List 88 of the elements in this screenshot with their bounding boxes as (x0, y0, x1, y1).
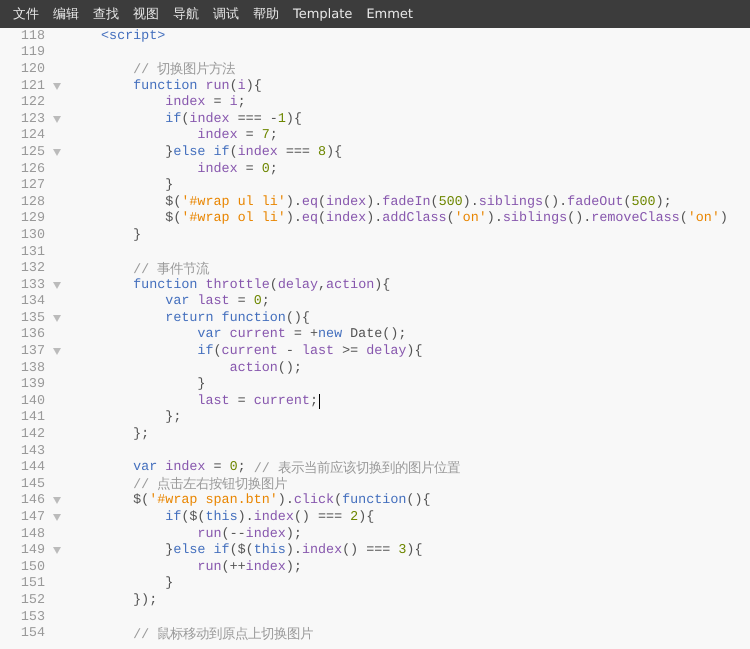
line-number: 132 (20, 261, 45, 276)
line-number: 123 (20, 112, 45, 127)
line-number: 121 (20, 78, 45, 94)
line-number: 144 (20, 460, 45, 476)
menu-item[interactable]: 查找 (86, 5, 126, 23)
line-number: 140 (20, 394, 45, 409)
code-line: // 切换图片方法 (132, 60, 236, 78)
fold-arrow-icon[interactable] (53, 547, 61, 554)
line-number: 150 (20, 560, 45, 575)
line-number: 128 (20, 194, 45, 210)
fold-arrow-icon[interactable] (53, 116, 61, 123)
code-line: run(++index); (196, 560, 302, 575)
code-line: function throttle(delay,action){ (132, 278, 390, 293)
menu-item[interactable]: 帮助 (246, 5, 286, 23)
code-line: $('#wrap ol li').eq(index).addClass('on').siblings().removeClass('on') (164, 211, 728, 226)
code-line: index = 7; (196, 128, 278, 144)
fold-arrow-icon[interactable] (53, 348, 61, 356)
code-line: return function(){ (164, 310, 310, 326)
code-line: if(current - last >= delay){ (196, 344, 422, 360)
line-number: 138 (20, 360, 45, 376)
code-line: run(--index); (196, 526, 302, 542)
line-number: 130 (20, 228, 45, 243)
line-number: 127 (20, 178, 45, 194)
line-number: 135 (20, 310, 45, 326)
line-number: 151 (20, 576, 45, 592)
code-line: var index = 0; // 表示当前应该切换到的图片位置 (132, 459, 460, 477)
line-number: 152 (20, 592, 45, 608)
line-number: 125 (20, 144, 45, 160)
code-line: } (164, 576, 174, 592)
line-number: 124 (20, 128, 45, 144)
line-number: 136 (20, 327, 45, 342)
menu-item[interactable]: Emmet (359, 6, 420, 22)
code-line: }; (164, 410, 182, 426)
menu-item[interactable]: 文件 (6, 5, 46, 23)
line-number: 148 (20, 526, 45, 542)
code-line: // 点击左右按钮切换图片 (132, 476, 288, 494)
fold-arrow-icon[interactable] (53, 514, 61, 522)
line-number: 154 (20, 626, 45, 642)
code-line: } (164, 178, 174, 194)
code-line: // 鼠标移动到原点上切换图片 (132, 626, 314, 643)
code-line: } (196, 377, 206, 392)
code-line: }; (132, 427, 150, 442)
code-line: last = current; (196, 394, 318, 409)
line-number: 141 (20, 410, 45, 426)
code-line: }else if($(this).index() === 3){ (164, 543, 422, 558)
line-number: 118 (20, 28, 45, 44)
line-number: 131 (20, 244, 45, 260)
line-number: 120 (20, 62, 45, 77)
menu-item[interactable]: 编辑 (46, 5, 86, 23)
line-number: 153 (20, 610, 45, 625)
line-number: 142 (20, 427, 45, 442)
menu-item[interactable]: 调试 (206, 5, 246, 23)
code-line: var current = +new Date(); (196, 327, 406, 342)
code-line: $('#wrap span.btn').click(function(){ (132, 493, 431, 508)
line-number: 139 (20, 377, 45, 392)
code-line: action(); (228, 360, 302, 376)
line-number: 149 (20, 543, 45, 558)
line-number: 145 (20, 476, 45, 492)
line-number: 134 (20, 294, 45, 310)
line-number: 129 (20, 211, 45, 226)
code-line: }); (132, 592, 158, 608)
line-number: 133 (20, 278, 45, 293)
code-line: } (132, 228, 142, 243)
line-number: 126 (20, 162, 45, 177)
code-line: if(index === -1){ (164, 112, 302, 127)
line-number: 119 (20, 45, 45, 60)
code-line: // 事件节流 (132, 260, 210, 278)
fold-arrow-icon[interactable] (53, 314, 61, 322)
menu-item[interactable]: 导航 (166, 5, 206, 23)
line-number: 147 (20, 510, 45, 526)
line-number: 122 (20, 95, 45, 110)
line-number: 146 (20, 493, 45, 508)
code-line: var last = 0; (164, 294, 270, 310)
fold-arrow-icon[interactable] (53, 282, 61, 289)
code-line: function run(i){ (132, 78, 262, 94)
line-number: 143 (20, 444, 45, 459)
fold-arrow-icon[interactable] (53, 497, 61, 504)
code-line: $('#wrap ul li').eq(index).fadeIn(500).siblings().fadeOut(500); (164, 194, 672, 210)
fold-arrow-icon[interactable] (53, 148, 61, 156)
menu-item[interactable]: Template (286, 6, 360, 22)
menu-item[interactable]: 视图 (126, 5, 166, 23)
code-line: }else if(index === 8){ (164, 144, 342, 160)
code-line: index = i; (164, 95, 246, 110)
line-number: 137 (20, 344, 45, 360)
fold-arrow-icon[interactable] (53, 82, 61, 90)
code-line: if($(this).index() === 2){ (164, 510, 374, 526)
code-line: <script> (101, 28, 166, 44)
code-line: index = 0; (196, 162, 278, 177)
